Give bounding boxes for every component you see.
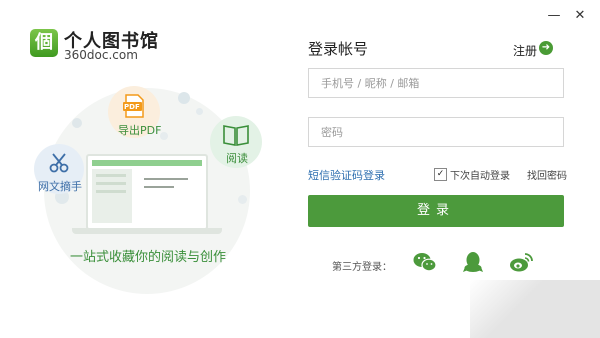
qq-icon[interactable] [460,250,486,274]
sms-login-link[interactable]: 短信验证码登录 [308,167,385,183]
arrow-right-icon[interactable]: ➜ [539,41,553,55]
screen-sidebar [92,169,132,223]
close-button[interactable]: ✕ [572,8,588,24]
minimize-button[interactable]: — [546,8,562,24]
wechat-icon[interactable] [412,250,438,274]
auto-login-checkbox[interactable]: ✓ [434,168,447,181]
screen-line [96,182,126,185]
account-input[interactable] [309,69,563,97]
decor-bubble [72,118,82,128]
book-icon [223,125,249,146]
login-title: 登录帐号 [308,40,369,58]
register-link[interactable]: 注册 [513,42,537,59]
password-input[interactable] [309,118,563,146]
app-domain: 360doc.com [64,48,138,62]
laptop-base [72,228,222,234]
scissors-icon [49,153,69,173]
screen-line [144,186,174,188]
login-button[interactable]: 登录 [308,195,564,227]
watermark [470,280,600,338]
feature-clip-label: 网文摘手 [38,180,82,193]
pdf-badge: PDF [124,103,140,111]
feature-read-label: 阅读 [226,152,248,165]
screen-header [92,160,202,166]
decor-bubble [178,92,190,104]
auto-login-label: 下次自动登录 [450,171,510,182]
feature-pdf-label: 导出PDF [118,124,162,137]
slogan: 一站式收藏你的阅读与创作 [70,250,227,265]
third-party-label: 第三方登录： [332,262,392,273]
account-field[interactable] [308,68,564,98]
weibo-icon[interactable] [508,250,534,274]
app-logo-icon: 個 [30,29,58,57]
password-field[interactable] [308,117,564,147]
decor-bubble [238,195,247,204]
forgot-password-link[interactable]: 找回密码 [527,167,567,182]
laptop-screen [86,154,208,230]
login-window: — ✕ 個 个人图书馆 360doc.com PDF 导出PDF 阅读 网文摘手… [0,0,600,338]
screen-line [96,174,126,177]
screen-line [96,190,126,193]
screen-line [144,178,188,180]
decor-bubble [196,108,203,115]
